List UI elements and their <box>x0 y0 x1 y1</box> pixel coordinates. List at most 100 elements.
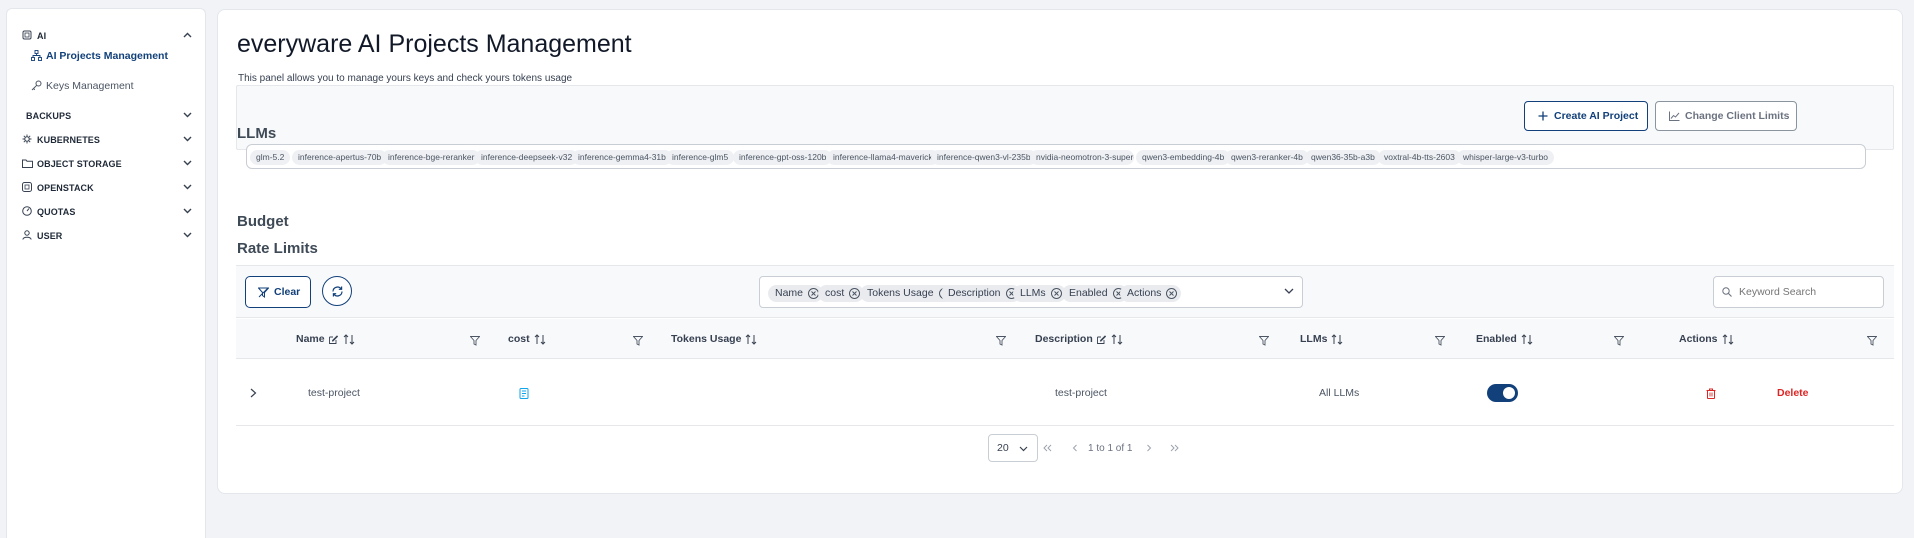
chevron-down-icon[interactable] <box>181 157 193 169</box>
llm-chip: inference-gemma4-31b <box>572 150 672 165</box>
header-description[interactable]: Description <box>1035 319 1123 359</box>
sort-icon[interactable] <box>1722 333 1734 345</box>
last-page-icon[interactable] <box>1168 442 1182 454</box>
page-size-value: 20 <box>997 442 1009 454</box>
column-tag-tokens-usage[interactable]: Tokens Usage <box>860 285 954 302</box>
filter-icon[interactable] <box>469 333 481 346</box>
chevron-down-icon[interactable] <box>1284 288 1294 298</box>
llm-chip: qwen3-embedding-4b <box>1136 150 1231 165</box>
cell-llms: All LLMs <box>1319 387 1360 399</box>
delete-button[interactable]: Delete <box>1777 360 1809 426</box>
filter-clear-icon <box>258 286 270 298</box>
llm-chip: inference-deepseek-v32 <box>475 150 579 165</box>
column-tag-label: LLMs <box>1020 287 1046 299</box>
nav-group-label: KUBERNETES <box>37 135 101 145</box>
sort-icon[interactable] <box>1111 333 1123 345</box>
sort-icon[interactable] <box>745 333 757 345</box>
refresh-button[interactable] <box>322 276 352 306</box>
filter-icon[interactable] <box>1434 333 1446 346</box>
nav-group-openstack[interactable]: OPENSTACK <box>7 177 207 199</box>
nav-group-backups[interactable]: BACKUPS <box>7 105 207 127</box>
plus-icon <box>1537 110 1549 122</box>
llm-chip: voxtral-4b-tts-2603 <box>1378 150 1461 165</box>
header-label: LLMs <box>1300 333 1328 345</box>
column-tag-label: Actions <box>1127 287 1162 299</box>
chevron-down-icon[interactable] <box>181 133 193 145</box>
grid-header: Name cost Tokens Usage Description LLMs … <box>236 319 1894 359</box>
header-label: Actions <box>1679 333 1718 345</box>
chevron-down-icon[interactable] <box>181 205 193 217</box>
filter-icon[interactable] <box>1258 333 1270 346</box>
header-label: Tokens Usage <box>671 333 742 345</box>
actions-toolbar: Create AI Project Change Client Limits <box>236 85 1894 150</box>
sort-icon[interactable] <box>1521 333 1533 345</box>
header-label: Name <box>296 333 325 345</box>
filter-icon[interactable] <box>1613 333 1625 346</box>
create-ai-project-button[interactable]: Create AI Project <box>1524 101 1648 131</box>
llm-chip: glm-5.2 <box>250 150 291 165</box>
nav-group-object-storage[interactable]: OBJECT STORAGE <box>7 153 207 175</box>
column-tag-name[interactable]: Name <box>768 285 824 302</box>
clear-filters-button[interactable]: Clear <box>245 276 311 308</box>
next-page-icon[interactable] <box>1142 442 1156 454</box>
header-name[interactable]: Name <box>296 319 355 359</box>
column-tag-cost[interactable]: cost <box>818 285 865 302</box>
toggle-switch[interactable] <box>1487 384 1518 402</box>
filter-icon[interactable] <box>1866 333 1878 346</box>
chevron-down-icon[interactable] <box>181 181 193 193</box>
table-row[interactable]: test-project test-project All LLMs Delet… <box>236 360 1894 426</box>
column-tag-actions[interactable]: Actions <box>1120 285 1182 302</box>
nav-group-label: USER <box>37 231 63 241</box>
sort-icon[interactable] <box>1331 333 1343 345</box>
sidebar-item-label: Keys Management <box>46 80 134 92</box>
first-page-icon[interactable] <box>1040 442 1054 454</box>
sidebar-item-keys-management[interactable]: Keys Management <box>7 75 207 97</box>
trash-icon[interactable] <box>1706 360 1716 426</box>
keyword-search-input[interactable] <box>1713 276 1884 308</box>
sidebar-item-ai-projects-management[interactable]: AI Projects Management <box>7 45 207 67</box>
enabled-toggle[interactable] <box>1487 360 1518 426</box>
nav-group-label: OBJECT STORAGE <box>37 159 122 169</box>
nav-group-kubernetes[interactable]: KUBERNETES <box>7 129 207 151</box>
llm-chip: whisper-large-v3-turbo <box>1457 150 1555 165</box>
refresh-icon <box>331 285 344 298</box>
column-tag-description[interactable]: Description <box>941 285 1021 302</box>
change-client-limits-label: Change Client Limits <box>1685 110 1790 122</box>
folder-icon <box>21 157 33 169</box>
header-actions[interactable]: Actions <box>1679 319 1734 359</box>
page-size-select[interactable]: 20 <box>988 434 1038 462</box>
search-icon <box>1722 287 1733 298</box>
llm-chip: inference-qwen3-vl-235b <box>931 150 1037 165</box>
column-tag-enabled[interactable]: Enabled <box>1062 285 1128 302</box>
edit-icon <box>328 334 339 344</box>
remove-tag-icon[interactable] <box>849 288 861 299</box>
clear-label: Clear <box>274 286 301 298</box>
column-selector[interactable]: Name cost Tokens Usage Description LLMs … <box>759 276 1303 308</box>
header-cost[interactable]: cost <box>508 319 546 359</box>
server-icon <box>21 181 33 193</box>
sort-icon[interactable] <box>343 333 355 345</box>
header-llms[interactable]: LLMs <box>1300 319 1343 359</box>
nav-group-user[interactable]: USER <box>7 225 207 247</box>
section-heading-rate-limits: Rate Limits <box>237 240 318 257</box>
filter-icon[interactable] <box>995 333 1007 346</box>
header-tokens-usage[interactable]: Tokens Usage <box>671 319 757 359</box>
section-heading-llms: LLMs <box>237 125 277 142</box>
column-tag-llms[interactable]: LLMs <box>1013 285 1066 302</box>
change-client-limits-button[interactable]: Change Client Limits <box>1655 101 1797 131</box>
nav-group-ai[interactable]: AI <box>7 25 207 47</box>
header-enabled[interactable]: Enabled <box>1476 319 1533 359</box>
cost-details-icon[interactable] <box>519 360 529 426</box>
chevron-down-icon[interactable] <box>181 109 193 121</box>
chevron-up-icon[interactable] <box>181 29 193 41</box>
nav-group-quotas[interactable]: QUOTAS <box>7 201 207 223</box>
remove-tag-icon[interactable] <box>1050 288 1062 299</box>
previous-page-icon[interactable] <box>1068 442 1082 454</box>
expand-row-chevron-icon[interactable] <box>250 360 257 426</box>
chevron-down-icon[interactable] <box>181 229 193 241</box>
sidebar: AI AI Projects Management Keys Managemen… <box>6 8 206 538</box>
filter-icon[interactable] <box>632 333 644 346</box>
nav-group-label: OPENSTACK <box>37 183 94 193</box>
remove-tag-icon[interactable] <box>1166 288 1178 299</box>
sort-icon[interactable] <box>534 333 546 345</box>
